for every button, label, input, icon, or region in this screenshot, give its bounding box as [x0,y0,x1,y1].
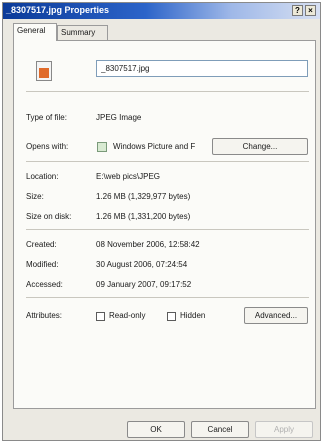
tab-general-label: General [17,26,46,35]
attributes-label: Attributes: [26,311,63,320]
size-label: Size: [26,192,44,201]
location-label: Location: [26,172,59,181]
hidden-label[interactable]: Hidden [180,311,205,320]
created-label: Created: [26,240,57,249]
help-icon[interactable]: ? [292,5,303,16]
read-only-label[interactable]: Read-only [109,311,145,320]
created-value: 08 November 2006, 12:58:42 [96,240,200,249]
filename-input[interactable] [96,60,308,77]
type-of-file-label: Type of file: [26,113,67,122]
picture-viewer-icon [97,142,107,152]
size-on-disk-label: Size on disk: [26,212,72,221]
hidden-checkbox[interactable] [167,312,176,321]
divider [26,297,309,298]
opens-with-label: Opens with: [26,142,69,151]
divider [26,229,309,230]
change-button[interactable]: Change... [212,138,308,155]
title-bar[interactable]: _8307517.jpg Properties ? × [3,3,320,19]
modified-label: Modified: [26,260,59,269]
ok-button[interactable]: OK [127,421,185,438]
tab-summary-label: Summary [61,28,96,37]
size-on-disk-value: 1.26 MB (1,331,200 bytes) [96,212,191,221]
opens-with-value: Windows Picture and F [113,142,196,151]
divider [26,161,309,162]
jpeg-file-icon [36,61,52,81]
advanced-button[interactable]: Advanced... [244,307,308,324]
read-only-checkbox[interactable] [96,312,105,321]
cancel-button[interactable]: Cancel [191,421,249,438]
accessed-value: 09 January 2007, 09:17:52 [96,280,192,289]
general-panel: Type of file: JPEG Image Opens with: Win… [13,40,316,409]
modified-value: 30 August 2006, 07:24:54 [96,260,188,269]
type-of-file-value: JPEG Image [96,113,142,122]
apply-button[interactable]: Apply [255,421,313,438]
tab-general[interactable]: General [13,23,57,41]
window-title: _8307517.jpg Properties [6,5,110,15]
properties-window: _8307517.jpg Properties ? × General Summ… [2,2,321,441]
location-value: E:\web pics\JPEG [96,172,161,181]
size-value: 1.26 MB (1,329,977 bytes) [96,192,191,201]
tab-summary[interactable]: Summary [57,25,108,40]
close-icon[interactable]: × [305,5,316,16]
divider [26,91,309,92]
accessed-label: Accessed: [26,280,63,289]
